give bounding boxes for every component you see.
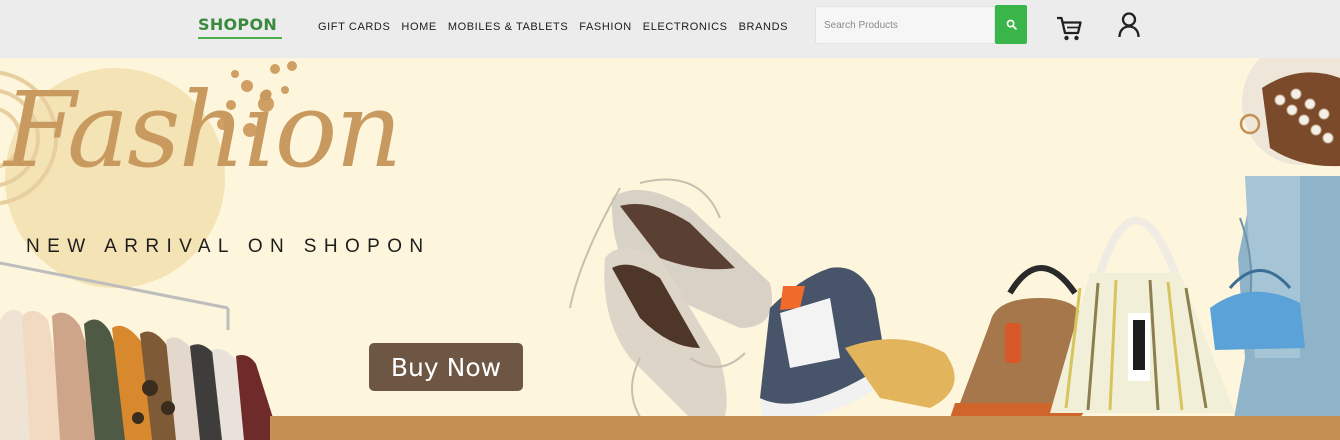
nav-item-mobiles-tablets[interactable]: MOBILES & TABLETS (448, 21, 568, 33)
nav-item-brands[interactable]: BRANDS (739, 21, 788, 33)
site-header: SHOPON GIFT CARDS HOME MOBILES & TABLETS… (0, 0, 1340, 58)
nav-item-gift-cards[interactable]: GIFT CARDS (318, 21, 390, 33)
logo-text: SHOPON (198, 15, 278, 34)
hero-banner: Fashion NEW ARRIVAL ON SHOPON Buy Now (0, 58, 1340, 440)
search-icon (1006, 19, 1017, 30)
account-button[interactable] (1117, 11, 1141, 39)
clothing-rack (0, 261, 280, 440)
striped-tote (1050, 216, 1235, 413)
jewelry-image (1239, 58, 1340, 167)
flat-shoes (569, 178, 772, 431)
buy-now-button[interactable]: Buy Now (369, 343, 523, 391)
cart-icon (1057, 16, 1082, 41)
floor-strip (270, 416, 1340, 440)
nav-item-electronics[interactable]: ELECTRONICS (643, 21, 728, 33)
nav-item-fashion[interactable]: FASHION (579, 21, 632, 33)
sneaker (760, 267, 955, 419)
search-input[interactable] (815, 6, 995, 44)
logo-underline (198, 37, 282, 39)
hero-subtitle: NEW ARRIVAL ON SHOPON (26, 236, 431, 257)
nav-item-home[interactable]: HOME (401, 21, 436, 33)
user-icon (1118, 12, 1140, 38)
shopon-logo[interactable]: SHOPON (198, 10, 286, 42)
cart-button[interactable] (1056, 14, 1082, 42)
main-nav: GIFT CARDS HOME MOBILES & TABLETS FASHIO… (318, 21, 788, 33)
search-button[interactable] (995, 5, 1027, 44)
hero-title: Fashion (4, 69, 402, 191)
